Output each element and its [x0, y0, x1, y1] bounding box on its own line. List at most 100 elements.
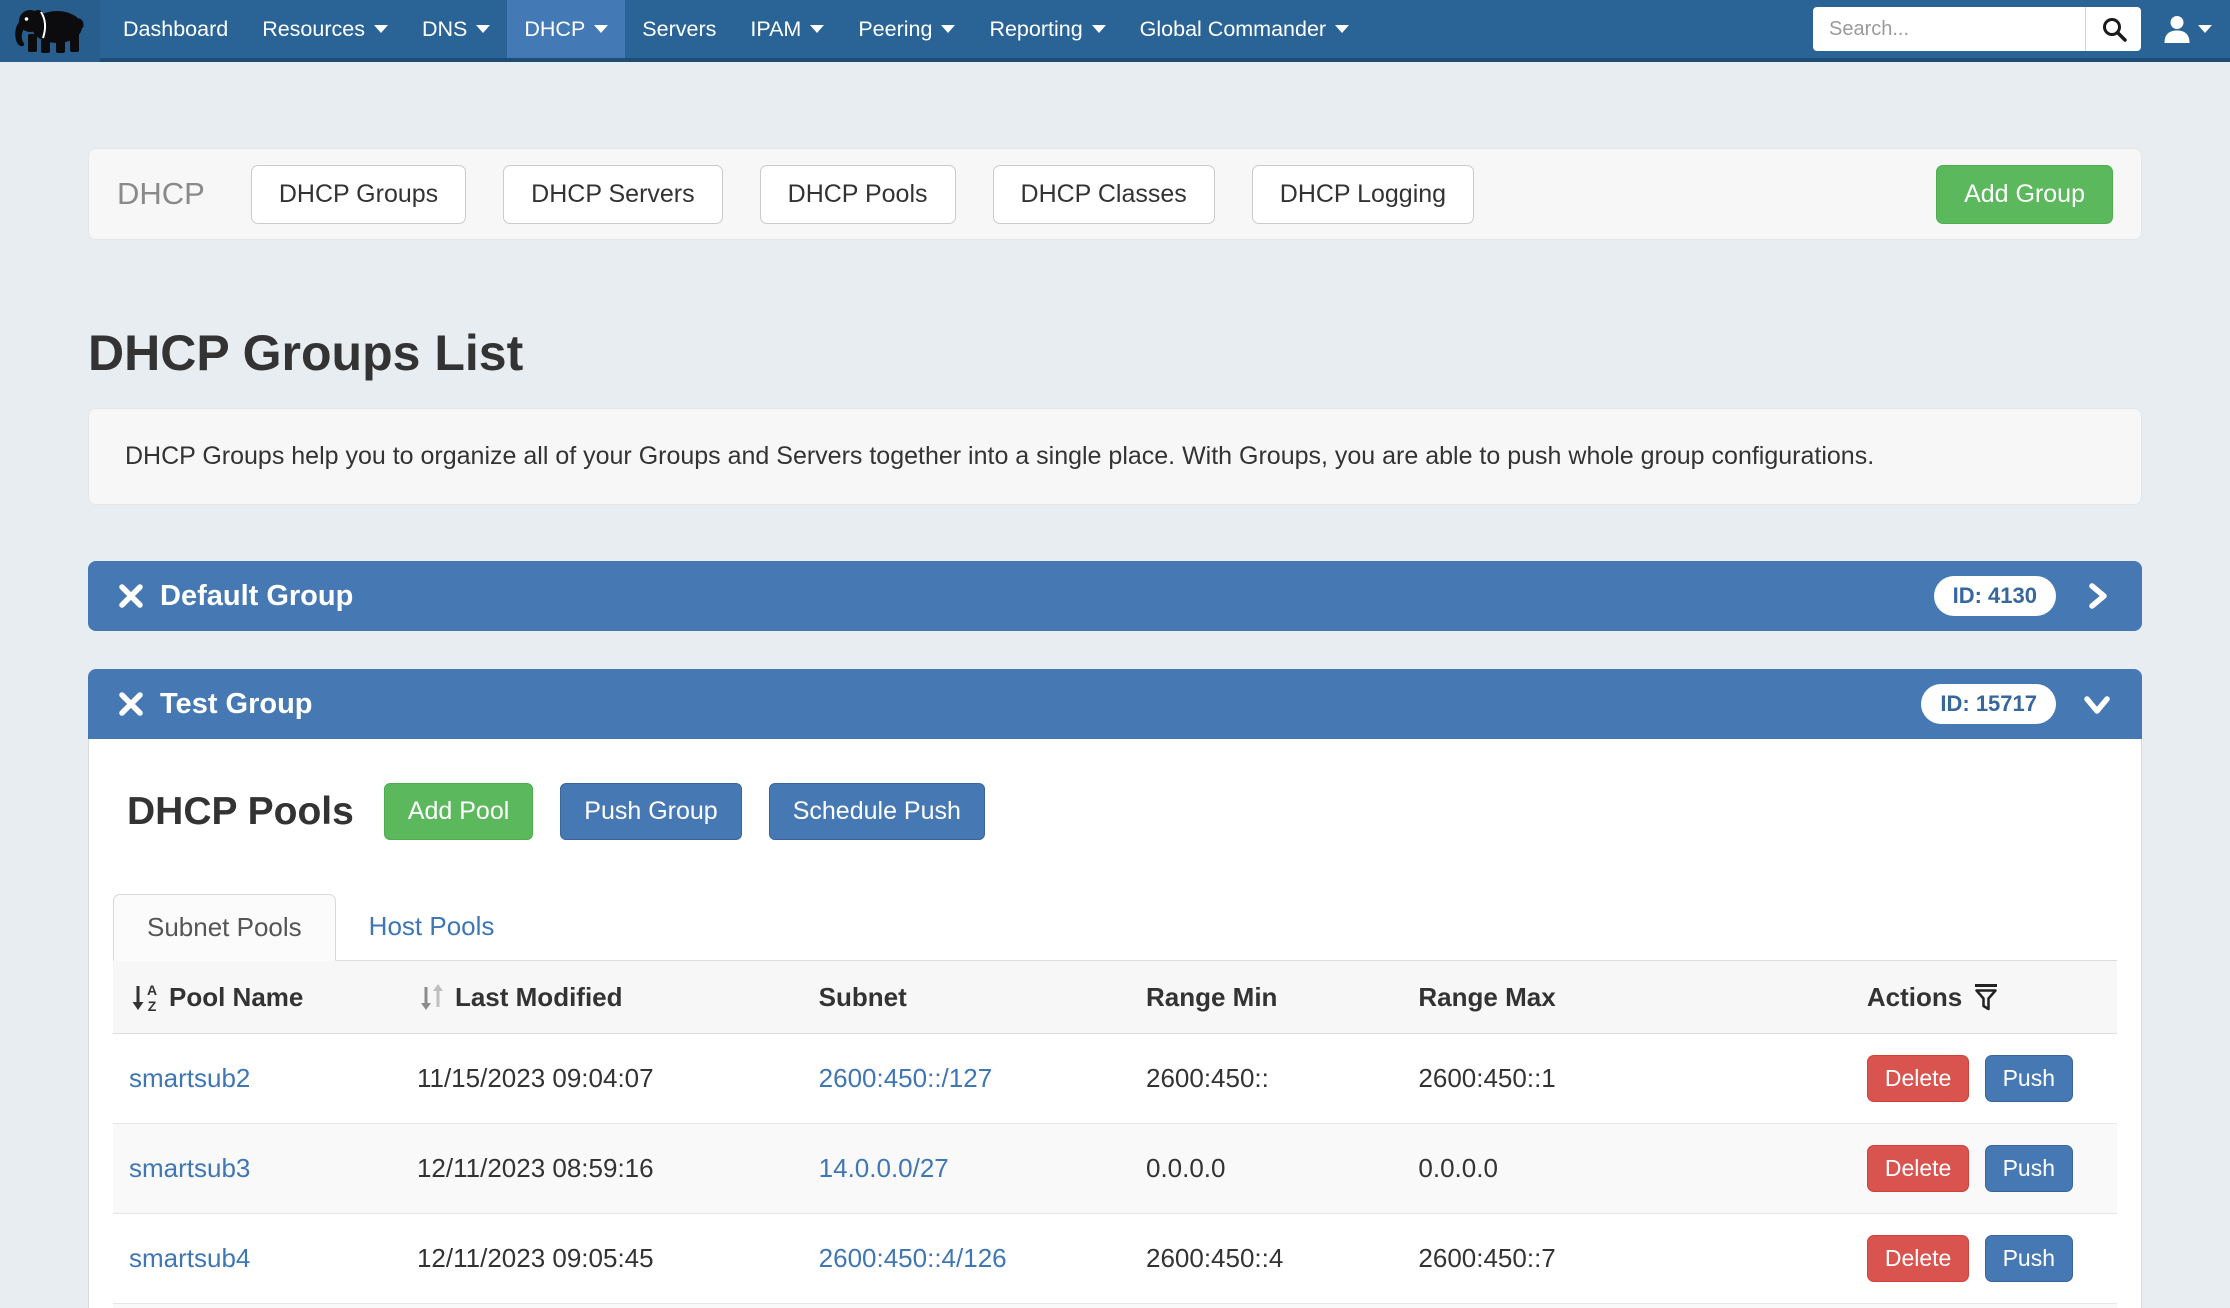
column-header-last-modified[interactable]: Last Modified [401, 961, 803, 1034]
page-title: DHCP Groups List [88, 324, 2142, 382]
app-logo[interactable] [0, 0, 100, 62]
search-icon [2101, 16, 2127, 42]
caret-down-icon [2198, 25, 2212, 33]
group-name: Test Group [160, 688, 313, 721]
caret-down-icon [374, 25, 388, 33]
column-header-range-min[interactable]: Range Min [1130, 961, 1402, 1034]
group-panel-test: Test Group ID: 15717 DHCP Pools Add Pool… [88, 669, 2142, 1308]
search-group [1813, 7, 2141, 51]
table-header-row: A Z Pool Name Last Modified Subnet R [113, 961, 2117, 1034]
nav-item-label: Global Commander [1140, 17, 1326, 42]
push-button[interactable]: Push [1985, 1055, 2073, 1102]
column-header-pool-name[interactable]: A Z Pool Name [113, 961, 401, 1034]
schedule-push-button[interactable]: Schedule Push [769, 783, 985, 840]
dhcp-toolbar-button[interactable]: DHCP Groups [251, 165, 466, 224]
pools-table: A Z Pool Name Last Modified Subnet R [113, 961, 2117, 1308]
sort-arrows-icon [417, 981, 447, 1013]
caret-down-icon [476, 25, 490, 33]
nav-item-label: Servers [642, 17, 716, 42]
range-min-cell: 172.16.3.0 [1130, 1304, 1402, 1308]
pool-table-row: smartsub3 12/11/2023 08:59:16 14.0.0.0/2… [113, 1124, 2117, 1214]
column-header-range-max[interactable]: Range Max [1402, 961, 1850, 1034]
filter-funnel-icon[interactable] [1972, 982, 2000, 1012]
caret-down-icon [1092, 25, 1106, 33]
nav-item[interactable]: DHCP [507, 0, 625, 58]
pools-header: DHCP Pools Add Pool Push Group Schedule … [113, 783, 2117, 840]
tab-host-pools[interactable]: Host Pools [336, 894, 528, 960]
nav-item-label: Dashboard [123, 17, 228, 42]
group-id-badge: ID: 15717 [1921, 684, 2056, 724]
range-min-cell: 2600:450:: [1130, 1034, 1402, 1124]
group-id-badge: ID: 4130 [1934, 576, 2056, 616]
dhcp-toolbar-buttons: DHCP Groups DHCP Servers DHCP Pools DHCP… [251, 165, 1511, 224]
caret-down-icon [594, 25, 608, 33]
group-name: Default Group [160, 580, 353, 613]
nav-item[interactable]: Resources [245, 0, 405, 58]
pools-title: DHCP Pools [127, 790, 354, 834]
remove-group-icon[interactable] [118, 691, 144, 717]
subnet-link[interactable]: 2600:450::/127 [819, 1063, 993, 1093]
nav-item[interactable]: Servers [625, 0, 733, 58]
dhcp-toolbar-button[interactable]: DHCP Servers [503, 165, 722, 224]
last-modified-cell: 11/15/2023 09:33:29 [401, 1304, 803, 1308]
nav-item-label: DHCP [524, 17, 585, 42]
last-modified-cell: 12/11/2023 08:59:16 [401, 1124, 803, 1214]
svg-text:A: A [147, 982, 157, 998]
caret-down-icon [1335, 25, 1349, 33]
group-bar-default[interactable]: Default Group ID: 4130 [88, 561, 2142, 631]
subnet-link[interactable]: 14.0.0.0/27 [819, 1153, 949, 1183]
group-bar-test[interactable]: Test Group ID: 15717 [88, 669, 2142, 739]
dhcp-toolbar-button[interactable]: DHCP Pools [760, 165, 956, 224]
page-description: DHCP Groups help you to organize all of … [88, 408, 2142, 505]
dhcp-toolbar-button[interactable]: DHCP Logging [1252, 165, 1474, 224]
remove-group-icon[interactable] [118, 583, 144, 609]
chevron-down-icon[interactable] [2082, 689, 2112, 719]
nav-item[interactable]: IPAM [733, 0, 841, 58]
column-header-subnet[interactable]: Subnet [803, 961, 1130, 1034]
dhcp-toolbar-button[interactable]: DHCP Classes [993, 165, 1215, 224]
dhcp-toolbar-title: DHCP [117, 176, 205, 212]
push-button[interactable]: Push [1985, 1145, 2073, 1192]
chevron-right-icon[interactable] [2082, 581, 2112, 611]
delete-button[interactable]: Delete [1867, 1055, 1969, 1102]
range-min-cell: 2600:450::4 [1130, 1214, 1402, 1304]
user-icon [2163, 14, 2191, 44]
search-button[interactable] [2085, 7, 2141, 51]
caret-down-icon [810, 25, 824, 33]
nav-item[interactable]: DNS [405, 0, 507, 58]
nav-item[interactable]: Dashboard [106, 0, 245, 58]
search-input[interactable] [1813, 7, 2085, 51]
pool-name-link[interactable]: smartsub3 [129, 1153, 250, 1183]
delete-button[interactable]: Delete [1867, 1145, 1969, 1192]
tab-subnet-pools[interactable]: Subnet Pools [113, 894, 336, 961]
pool-name-link[interactable]: smartsub2 [129, 1063, 250, 1093]
user-menu[interactable] [2163, 14, 2212, 44]
range-max-cell: 0.0.0.0 [1402, 1124, 1850, 1214]
mammoth-icon [13, 6, 87, 56]
pool-table-row: smartsub5 11/15/2023 09:33:29 172.16.3.0… [113, 1304, 2117, 1308]
subnet-link[interactable]: 2600:450::4/126 [819, 1243, 1007, 1273]
last-modified-cell: 11/15/2023 09:04:07 [401, 1034, 803, 1124]
nav-item-label: DNS [422, 17, 467, 42]
range-max-cell: 2600:450::7 [1402, 1214, 1850, 1304]
nav-item-label: Peering [858, 17, 932, 42]
push-button[interactable]: Push [1985, 1235, 2073, 1282]
add-pool-button[interactable]: Add Pool [384, 783, 533, 840]
nav-item[interactable]: Reporting [972, 0, 1122, 58]
range-min-cell: 0.0.0.0 [1130, 1124, 1402, 1214]
dhcp-toolbar: DHCP DHCP Groups DHCP Servers DHCP Pools… [88, 148, 2142, 240]
push-group-button[interactable]: Push Group [560, 783, 741, 840]
nav-item[interactable]: Global Commander [1123, 0, 1366, 58]
pool-name-link[interactable]: smartsub4 [129, 1243, 250, 1273]
svg-text:Z: Z [148, 998, 157, 1013]
nav-item-label: Resources [262, 17, 365, 42]
add-group-button[interactable]: Add Group [1936, 165, 2113, 224]
caret-down-icon [941, 25, 955, 33]
pool-table-row: smartsub4 12/11/2023 09:05:45 2600:450::… [113, 1214, 2117, 1304]
column-header-actions[interactable]: Actions [1851, 961, 2117, 1034]
nav-item[interactable]: Peering [841, 0, 972, 58]
group-body: DHCP Pools Add Pool Push Group Schedule … [88, 739, 2142, 1308]
delete-button[interactable]: Delete [1867, 1235, 1969, 1282]
range-max-cell: 2600:450::1 [1402, 1034, 1850, 1124]
nav-item-label: IPAM [750, 17, 801, 42]
